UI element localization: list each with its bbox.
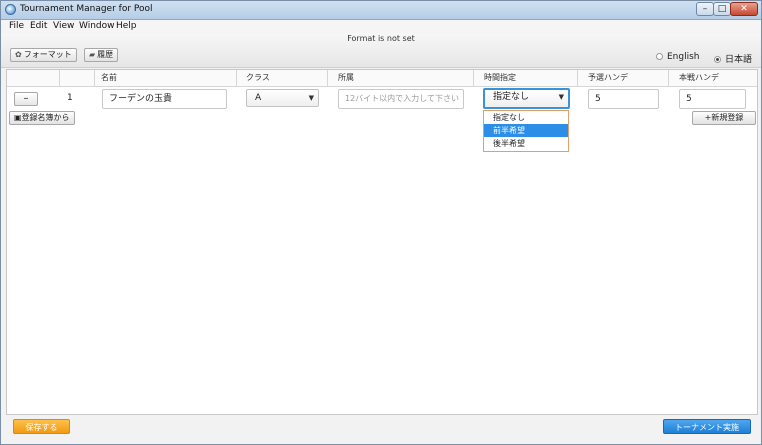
radio-japanese-dot <box>714 56 721 63</box>
gear-icon: ✿ <box>15 50 22 59</box>
toolbar: Format is not set ✿ フォーマット ▰ 履歴 English 日本… <box>1 33 761 68</box>
header-affiliation: 所属 <box>328 70 474 86</box>
minimize-button[interactable]: – <box>696 2 714 16</box>
format-button-label: フォーマット <box>23 50 72 59</box>
time-dropdown-list: 指定なし 前半希望 後半希望 <box>483 110 569 152</box>
chevron-down-icon: ▼ <box>558 93 564 101</box>
app-icon <box>5 4 16 15</box>
folder-icon: ▰ <box>89 50 96 59</box>
prelim-handicap-input[interactable]: 5 <box>588 89 659 109</box>
run-tournament-button[interactable]: トーナメント実施 <box>663 419 751 434</box>
registry-button[interactable]: ▣登録名簿から <box>9 111 75 125</box>
radio-english-label: English <box>667 52 700 62</box>
remove-row-button[interactable]: – <box>14 92 38 106</box>
radio-english-dot <box>656 53 663 60</box>
maximize-button[interactable]: □ <box>713 2 731 16</box>
header-number <box>60 70 95 86</box>
header-remove <box>7 70 60 86</box>
time-select[interactable]: 指定なし ▼ <box>483 88 570 109</box>
final-handicap-input[interactable]: 5 <box>679 89 746 109</box>
close-button[interactable]: ✕ <box>730 2 758 16</box>
radio-japanese[interactable]: 日本語 <box>714 52 752 65</box>
header-prelim-handicap: 予選ハンデ <box>578 70 669 86</box>
app-window: Tournament Manager for Pool – □ ✕ File E… <box>0 0 762 445</box>
chevron-down-icon: ▼ <box>308 94 314 102</box>
time-option[interactable]: 後半希望 <box>484 137 568 150</box>
name-input[interactable]: フーデンの玉貴 <box>102 89 227 109</box>
registry-button-label: 登録名簿から <box>21 113 70 122</box>
format-status: Format is not set <box>347 34 415 43</box>
menu-bar: File Edit View Window Help <box>1 20 761 33</box>
history-button-label: 履歴 <box>97 50 114 59</box>
radio-japanese-label: 日本語 <box>725 55 753 65</box>
class-select-value: A <box>255 93 262 103</box>
window-title: Tournament Manager for Pool <box>20 4 153 14</box>
time-option-highlighted[interactable]: 前半希望 <box>484 124 568 137</box>
menu-help[interactable]: Help <box>116 21 137 31</box>
class-select[interactable]: A ▼ <box>246 89 319 107</box>
menu-edit[interactable]: Edit <box>30 21 47 31</box>
header-name: 名前 <box>95 70 237 86</box>
time-option[interactable]: 指定なし <box>484 111 568 124</box>
radio-english[interactable]: English <box>656 52 700 62</box>
new-entry-button[interactable]: +新規登録 <box>692 111 756 125</box>
time-select-value: 指定なし <box>493 92 530 102</box>
format-button[interactable]: ✿ フォーマット <box>10 48 77 62</box>
save-button[interactable]: 保存する <box>13 419 70 434</box>
menu-view[interactable]: View <box>53 21 74 31</box>
registry-icon: ▣ <box>14 113 22 122</box>
player-table: 名前 クラス 所属 時間指定 予選ハンデ 本戦ハンデ – 1 フーデンの玉貴 A… <box>6 69 758 415</box>
affiliation-input[interactable]: 12バイト以内で入力して下さい <box>338 89 464 109</box>
row-number: 1 <box>67 93 73 103</box>
header-class: クラス <box>237 70 328 86</box>
history-button[interactable]: ▰ 履歴 <box>84 48 119 62</box>
title-bar[interactable]: Tournament Manager for Pool – □ ✕ <box>1 1 761 20</box>
table-header: 名前 クラス 所属 時間指定 予選ハンデ 本戦ハンデ <box>7 70 757 87</box>
menu-file[interactable]: File <box>9 21 24 31</box>
header-final-handicap: 本戦ハンデ <box>679 73 719 82</box>
header-time: 時間指定 <box>474 70 578 86</box>
menu-window[interactable]: Window <box>79 21 115 31</box>
